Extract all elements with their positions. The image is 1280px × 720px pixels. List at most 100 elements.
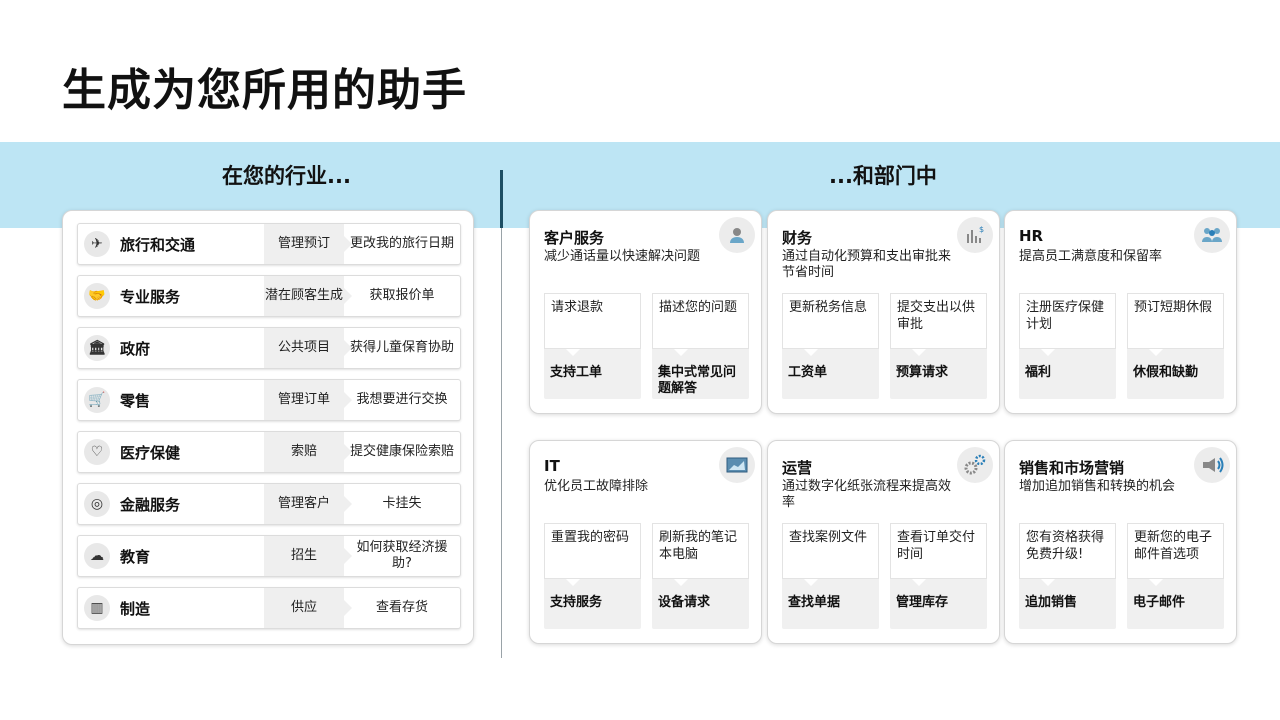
industry-action-b[interactable]: 卡挂失 [344, 484, 460, 524]
industry-name-cell: 🏛 政府 [78, 328, 264, 368]
tile-topic: 追加销售 [1025, 595, 1078, 610]
tile-topic: 支持服务 [550, 595, 603, 610]
industry-action-a[interactable]: 招生 [264, 536, 352, 576]
tile-utterance: 更新您的电子邮件首选项 [1134, 530, 1213, 562]
department-title: HR [1019, 227, 1044, 245]
tile-topic: 休假和缺勤 [1133, 365, 1199, 380]
department-description: 提高员工满意度和保留率 [1019, 249, 1163, 264]
industry-name: 政府 [120, 339, 151, 358]
industries-panel: ✈ 旅行和交通 管理预订 更改我的旅行日期 🤝 专业服务 潜在顾客生成 获取报价… [62, 210, 474, 645]
department-title: 客户服务 [544, 229, 605, 247]
task-tile[interactable]: 更新您的电子邮件首选项 电子邮件 [1127, 523, 1224, 629]
task-tile[interactable]: 注册医疗保健计划 福利 [1019, 293, 1116, 399]
tile-utterance: 描述您的问题 [659, 300, 738, 315]
tile-topic: 工资单 [788, 365, 828, 380]
department-title: 运营 [782, 459, 813, 477]
customer-person-icon [719, 217, 755, 253]
tile-topic: 集中式常见问题解答 [658, 365, 737, 396]
industry-action-a[interactable]: 管理订单 [264, 380, 352, 420]
industry-name-cell: ☁ 教育 [78, 536, 264, 576]
gears-icon [957, 447, 993, 483]
plane-icon: ✈ [84, 231, 110, 257]
tile-utterance: 刷新我的笔记本电脑 [659, 530, 738, 562]
industry-action-b[interactable]: 获得儿童保育协助 [344, 328, 460, 368]
department-description: 通过数字化纸张流程来提高效率 [782, 479, 952, 510]
task-tile[interactable]: 提交支出以供审批 预算请求 [890, 293, 987, 399]
tile-utterance: 预订短期休假 [1134, 300, 1213, 315]
tile-utterance: 注册医疗保健计划 [1026, 300, 1105, 332]
department-card-hr: HR 提高员工满意度和保留率 注册医疗保健计划 福利 预订短期休假 休假和缺勤 [1004, 210, 1237, 414]
task-tile[interactable]: 查找案例文件 查找单据 [782, 523, 879, 629]
industry-row[interactable]: ◎ 金融服务 管理客户 卡挂失 [77, 483, 461, 525]
task-tile[interactable]: 预订短期休假 休假和缺勤 [1127, 293, 1224, 399]
task-tile[interactable]: 更新税务信息 工资单 [782, 293, 879, 399]
tile-utterance: 更新税务信息 [789, 300, 868, 315]
tile-topic: 预算请求 [896, 365, 949, 380]
industry-row[interactable]: ▥ 制造 供应 查看存货 [77, 587, 461, 629]
task-tile[interactable]: 您有资格获得免费升级! 追加销售 [1019, 523, 1116, 629]
industry-action-a[interactable]: 管理预订 [264, 224, 352, 264]
department-card-finance: 财务 通过自动化预算和支出审批来节省时间 $ 更新税务信息 工资单 提交支出以供… [767, 210, 1000, 414]
departments-header: ...和部门中 [829, 164, 937, 188]
tile-utterance: 查找案例文件 [789, 530, 868, 545]
industry-name-cell: ◎ 金融服务 [78, 484, 264, 524]
department-description: 增加追加销售和转换的机会 [1019, 479, 1176, 494]
handshake-icon: 🤝 [84, 283, 110, 309]
department-card-it: IT 优化员工故障排除 重置我的密码 支持服务 刷新我的笔记本电脑 设备请求 [529, 440, 762, 644]
tile-utterance: 重置我的密码 [551, 530, 630, 545]
monitor-chart-icon [719, 447, 755, 483]
industry-action-b[interactable]: 查看存货 [344, 588, 460, 628]
department-card-customer-service: 客户服务 减少通话量以快速解决问题 请求退款 支持工单 描述您的问题 集中式常见… [529, 210, 762, 414]
svg-text:$: $ [979, 225, 984, 234]
industry-row[interactable]: 🤝 专业服务 潜在顾客生成 获取报价单 [77, 275, 461, 317]
industry-action-b[interactable]: 提交健康保险索赔 [344, 432, 460, 472]
task-tile[interactable]: 请求退款 支持工单 [544, 293, 641, 399]
tile-topic: 电子邮件 [1133, 595, 1186, 610]
industry-name-cell: ▥ 制造 [78, 588, 264, 628]
industry-action-b[interactable]: 我想要进行交换 [344, 380, 460, 420]
people-group-icon [1194, 217, 1230, 253]
task-tile[interactable]: 查看订单交付时间 管理库存 [890, 523, 987, 629]
industry-row[interactable]: ☁ 教育 招生 如何获取经济援助? [77, 535, 461, 577]
industry-name-cell: ✈ 旅行和交通 [78, 224, 264, 264]
task-tile[interactable]: 刷新我的笔记本电脑 设备请求 [652, 523, 749, 629]
industry-name: 制造 [120, 599, 151, 618]
industry-action-a[interactable]: 潜在顾客生成 [264, 276, 352, 316]
industry-action-a[interactable]: 管理客户 [264, 484, 352, 524]
tile-topic: 管理库存 [896, 595, 949, 610]
industry-row[interactable]: 🏛 政府 公共项目 获得儿童保育协助 [77, 327, 461, 369]
industry-name: 旅行和交通 [120, 235, 196, 254]
industry-action-a[interactable]: 索赔 [264, 432, 352, 472]
industry-action-b[interactable]: 更改我的旅行日期 [344, 224, 460, 264]
industry-name: 医疗保健 [120, 443, 181, 462]
industry-name-cell: 🛒 零售 [78, 380, 264, 420]
tile-topic: 查找单据 [788, 595, 841, 610]
health-heart-icon: ♡ [84, 439, 110, 465]
section-divider-line [501, 228, 502, 658]
tile-utterance: 您有资格获得免费升级! [1026, 530, 1105, 562]
industry-name: 零售 [120, 391, 151, 410]
industry-row[interactable]: 🛒 零售 管理订单 我想要进行交换 [77, 379, 461, 421]
task-tile[interactable]: 描述您的问题 集中式常见问题解答 [652, 293, 749, 399]
department-title: IT [544, 457, 560, 475]
section-divider [500, 170, 503, 228]
department-title: 财务 [782, 229, 813, 247]
tile-topic: 设备请求 [658, 595, 711, 610]
task-tile[interactable]: 重置我的密码 支持服务 [544, 523, 641, 629]
page-title: 生成为您所用的助手 [62, 65, 467, 116]
megaphone-icon [1194, 447, 1230, 483]
industry-action-b[interactable]: 获取报价单 [344, 276, 460, 316]
industry-row[interactable]: ♡ 医疗保健 索赔 提交健康保险索赔 [77, 431, 461, 473]
industry-action-b[interactable]: 如何获取经济援助? [344, 536, 460, 576]
department-title: 销售和市场营销 [1019, 459, 1125, 477]
industry-name: 金融服务 [120, 495, 181, 514]
department-description: 优化员工故障排除 [544, 479, 649, 494]
department-card-sales-marketing: 销售和市场营销 增加追加销售和转换的机会 您有资格获得免费升级! 追加销售 更新… [1004, 440, 1237, 644]
factory-icon: ▥ [84, 595, 110, 621]
government-building-icon: 🏛 [84, 335, 110, 361]
industry-row[interactable]: ✈ 旅行和交通 管理预订 更改我的旅行日期 [77, 223, 461, 265]
industry-action-a[interactable]: 供应 [264, 588, 352, 628]
industry-name: 专业服务 [120, 287, 181, 306]
tile-utterance: 提交支出以供审批 [897, 300, 976, 332]
industry-action-a[interactable]: 公共项目 [264, 328, 352, 368]
